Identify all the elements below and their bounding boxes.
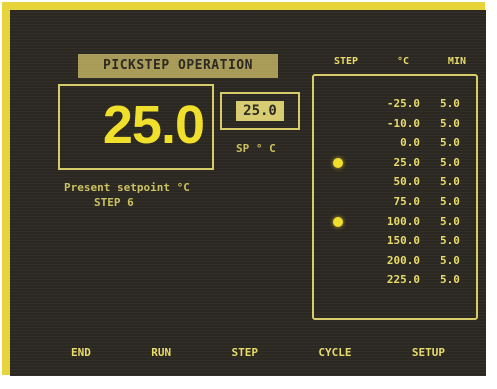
table-row[interactable]: 50.0 5.0: [332, 172, 466, 192]
minutes-value: 5.0: [440, 155, 460, 169]
minutes-value: 5.0: [440, 194, 460, 208]
step-table: -25.0 5.0 -10.0 5.0 0.0 5.0 25.0 5.0 50.…: [312, 74, 478, 320]
temperature-value: -25.0: [386, 97, 420, 110]
step-rows: -25.0 5.0 -10.0 5.0 0.0 5.0 25.0 5.0 50.…: [332, 94, 466, 290]
table-row[interactable]: 150.0 5.0: [332, 231, 466, 251]
minutes-value: 5.0: [440, 214, 460, 228]
temperature-value: 225.0: [386, 273, 420, 287]
temperature-value: 25.0: [393, 155, 421, 169]
temperature-value: 100.0: [386, 214, 420, 228]
temperature-value: 75.0: [393, 194, 421, 208]
step-softkey[interactable]: STEP: [229, 344, 262, 362]
temperature-value: 150.0: [386, 234, 420, 248]
end-softkey[interactable]: END: [68, 344, 94, 362]
minutes-value: 5.0: [440, 97, 460, 110]
yellow-dot-icon: [333, 216, 343, 227]
table-row[interactable]: 225.0 5.0: [332, 270, 466, 290]
lcd-screen: PICKSTEP OPERATION 25.0 25.0 SP ° C Pres…: [10, 10, 486, 376]
setpoint-caption: SP ° C: [236, 142, 276, 155]
minutes-value: 5.0: [440, 273, 460, 287]
setpoint-box: 25.0: [220, 92, 300, 130]
minutes-value: 5.0: [440, 253, 460, 267]
temperature-value: 200.0: [386, 253, 420, 267]
current-step-label: STEP 6: [94, 196, 134, 209]
present-temperature: 25.0: [102, 95, 205, 155]
minutes-value: 5.0: [440, 234, 460, 248]
table-row[interactable]: -10.0 5.0: [332, 114, 466, 134]
step-header: STEP: [334, 56, 359, 67]
table-row[interactable]: 100.0 5.0: [332, 212, 466, 232]
temperature-header: °C: [396, 56, 410, 67]
temperature-value: 50.0: [393, 175, 421, 189]
table-row[interactable]: 200.0 5.0: [332, 251, 466, 271]
minutes-header: MIN: [447, 56, 466, 67]
temperature-value: 0.0: [400, 136, 420, 150]
yellow-dot-icon: [333, 157, 343, 168]
minutes-value: 5.0: [440, 175, 460, 189]
present-setpoint-caption: Present setpoint °C STEP 6: [64, 180, 224, 210]
temperature-value: -10.0: [386, 116, 420, 130]
present-setpoint-label: Present setpoint °C: [64, 181, 190, 194]
screen-title: PICKSTEP OPERATION: [78, 54, 278, 78]
minutes-value: 5.0: [440, 116, 460, 130]
table-row[interactable]: -25.0 5.0: [332, 94, 466, 114]
cycle-softkey[interactable]: CYCLE: [315, 344, 354, 362]
table-row[interactable]: 75.0 5.0: [332, 192, 466, 212]
softkey-bar: END RUN STEP CYCLE SETUP: [68, 344, 448, 362]
table-row[interactable]: 0.0 5.0: [332, 133, 466, 153]
run-softkey[interactable]: RUN: [148, 344, 174, 362]
step-table-header: STEP °C MIN: [334, 55, 466, 69]
setpoint-value: 25.0: [236, 101, 284, 121]
table-row[interactable]: 25.0 5.0: [332, 153, 466, 173]
minutes-value: 5.0: [440, 136, 460, 150]
present-value-box: 25.0: [58, 84, 214, 170]
setup-softkey[interactable]: SETUP: [409, 344, 448, 362]
